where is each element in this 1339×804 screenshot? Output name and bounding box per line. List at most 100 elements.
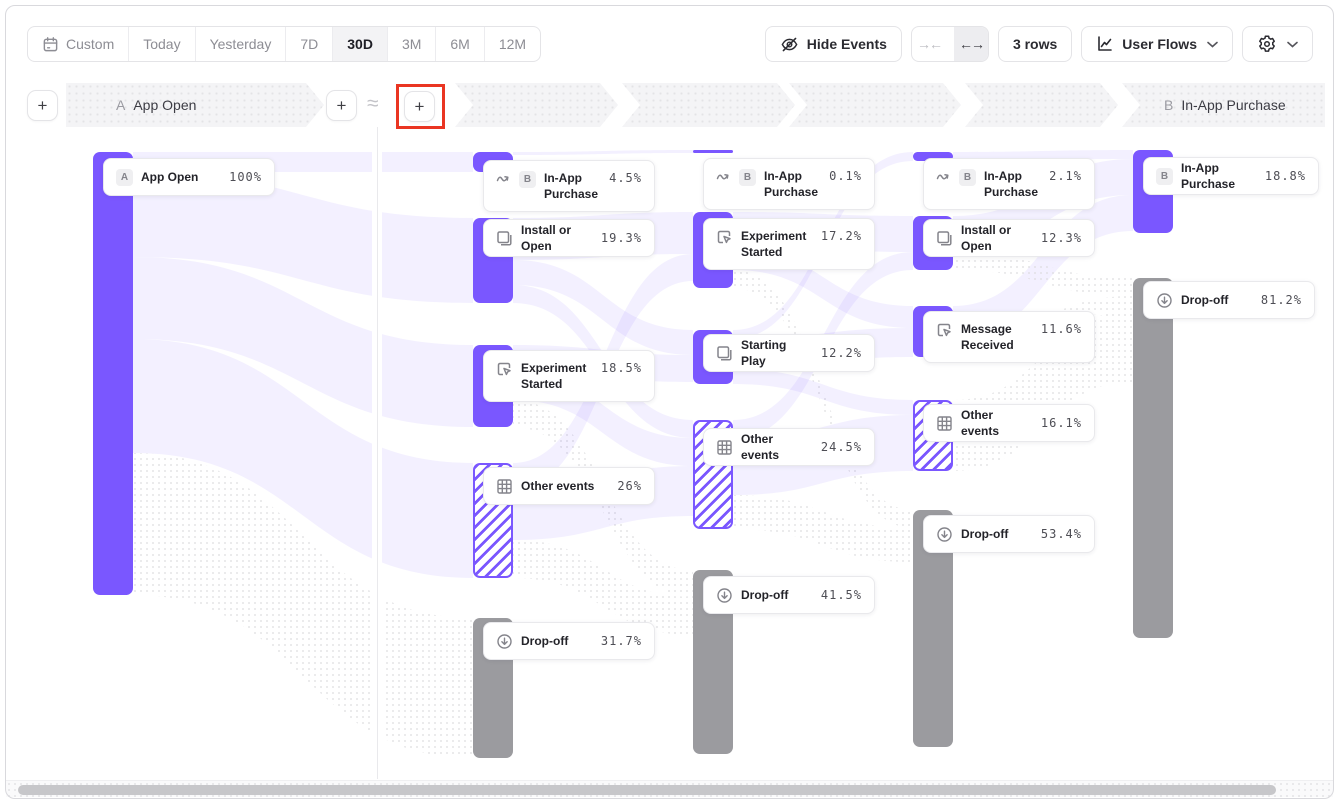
event-percent: 0.1% xyxy=(829,169,862,183)
add-step-before-button[interactable]: + xyxy=(27,90,58,121)
column-divider xyxy=(377,127,378,779)
rows-label: 3 rows xyxy=(1013,36,1057,52)
copy-icon xyxy=(716,345,733,362)
flow-card-between-1-drop[interactable]: Drop-off31.7% xyxy=(483,622,655,660)
flow-bar-step-a-appopen[interactable] xyxy=(93,152,133,595)
flow-card-between-2-drop[interactable]: Drop-off 41.5% xyxy=(703,576,875,614)
date-range-label: Today xyxy=(143,36,180,52)
flow-bar-between-2-iap[interactable] xyxy=(693,150,733,153)
header-segment-3[interactable] xyxy=(789,83,961,127)
calendar-icon xyxy=(42,36,59,53)
date-range-label: Custom xyxy=(66,36,114,52)
date-range-30d[interactable]: 30D xyxy=(333,27,388,61)
event-letter-badge: B xyxy=(959,169,976,186)
event-label: Other events xyxy=(741,431,813,463)
event-label: Drop-off xyxy=(1181,292,1253,308)
view-selector-button[interactable]: User Flows xyxy=(1081,26,1233,62)
date-range-label: Yesterday xyxy=(210,36,272,52)
event-label: Experiment Started xyxy=(521,360,593,392)
date-range-selector: Custom Today Yesterday 7D30D 3M 6M 12M xyxy=(27,26,541,62)
flow-card-between-2-other[interactable]: Other events24.5% xyxy=(703,428,875,466)
flow-card-between-3-other[interactable]: Other events16.1% xyxy=(923,404,1095,442)
flow-bar-step-b-drop[interactable] xyxy=(1133,278,1173,638)
event-label: Message Received xyxy=(961,321,1033,353)
trend-icon xyxy=(496,171,511,186)
copy-icon xyxy=(496,230,513,247)
toolbar-right-group: Hide Events →← ←→ 3 rows User Flows xyxy=(765,26,1313,62)
flow-card-between-3-install[interactable]: Install or Open12.3% xyxy=(923,219,1095,257)
date-range-3m[interactable]: 3M xyxy=(388,27,436,61)
event-label: Other events xyxy=(961,407,1033,439)
date-range-label: 12M xyxy=(499,36,526,52)
step-a-badge: A xyxy=(116,97,125,113)
event-percent: 100% xyxy=(229,170,262,184)
event-label: In-App Purchase xyxy=(764,168,821,200)
date-range-yesterday[interactable]: Yesterday xyxy=(196,27,287,61)
view-selector-label: User Flows xyxy=(1122,36,1197,52)
trend-icon xyxy=(936,169,951,184)
add-step-after-a-button[interactable]: + xyxy=(326,90,357,121)
date-range-6m[interactable]: 6M xyxy=(436,27,484,61)
horizontal-scrollbar-track[interactable] xyxy=(6,780,1333,797)
flow-card-between-1-install[interactable]: Install or Open19.3% xyxy=(483,219,655,257)
flow-card-step-a-appopen[interactable]: A App Open 100% xyxy=(103,158,275,196)
date-range-label: 6M xyxy=(450,36,469,52)
flow-card-between-2-sp[interactable]: Starting Play 12.2% xyxy=(703,334,875,372)
header-step-b[interactable]: B In-App Purchase xyxy=(1122,83,1325,127)
step-a-label: App Open xyxy=(133,97,196,113)
header-segment-4[interactable] xyxy=(965,83,1118,127)
event-percent: 4.5% xyxy=(609,171,642,185)
event-label: Other events xyxy=(521,478,609,494)
header-step-a[interactable]: A App Open xyxy=(66,83,324,127)
event-label: App Open xyxy=(141,169,221,185)
event-percent: 19.3% xyxy=(601,231,642,245)
grid-icon xyxy=(936,415,953,432)
flow-card-step-b-iap[interactable]: BIn-App Purchase18.8% xyxy=(1143,157,1319,195)
date-range-12m[interactable]: 12M xyxy=(485,27,540,61)
line-chart-icon xyxy=(1096,35,1114,53)
event-percent: 53.4% xyxy=(1041,527,1082,541)
flow-card-between-2-iap[interactable]: BIn-App Purchase0.1% xyxy=(703,158,875,210)
flow-card-between-3-msg[interactable]: Message Received11.6% xyxy=(923,311,1095,363)
event-label: Install or Open xyxy=(961,222,1033,254)
expand-columns-button[interactable]: ←→ xyxy=(954,27,988,61)
event-percent: 12.2% xyxy=(821,346,862,360)
event-label: Starting Play xyxy=(741,337,813,369)
event-label: In-App Purchase xyxy=(544,170,601,202)
event-percent: 18.5% xyxy=(601,361,642,375)
flow-ribbon xyxy=(513,150,693,155)
date-range-custom[interactable]: Custom xyxy=(28,27,129,61)
chevron-down-icon xyxy=(1287,41,1298,48)
flow-card-between-1-exp[interactable]: Experiment Started 18.5% xyxy=(483,350,655,402)
click-icon xyxy=(936,322,953,339)
flow-card-between-3-drop[interactable]: Drop-off 53.4% xyxy=(923,515,1095,553)
header-segment-2[interactable] xyxy=(622,83,795,127)
flow-card-between-2-exp[interactable]: Experiment Started17.2% xyxy=(703,218,875,270)
horizontal-scrollbar-thumb[interactable] xyxy=(18,785,1276,795)
event-letter-badge: A xyxy=(116,169,133,186)
flow-card-between-3-iap[interactable]: BIn-App Purchase2.1% xyxy=(923,158,1095,210)
event-percent: 41.5% xyxy=(821,588,862,602)
event-percent: 26% xyxy=(617,479,642,493)
grid-icon xyxy=(496,478,513,495)
collapse-columns-button[interactable]: →← xyxy=(912,27,946,61)
flow-card-between-1-iap[interactable]: B In-App Purchase 4.5% xyxy=(483,160,655,212)
trend-icon xyxy=(716,169,731,184)
dropoff-icon xyxy=(936,526,953,543)
event-label: Drop-off xyxy=(741,587,813,603)
rows-button[interactable]: 3 rows xyxy=(998,26,1072,62)
header-segment-1[interactable] xyxy=(455,83,618,127)
event-letter-badge: B xyxy=(519,171,536,188)
flow-card-step-b-drop[interactable]: Drop-off81.2% xyxy=(1143,281,1315,319)
event-label: Drop-off xyxy=(521,633,593,649)
event-label: Drop-off xyxy=(961,526,1033,542)
approx-symbol: ≈ xyxy=(367,92,379,116)
date-range-label: 3M xyxy=(402,36,421,52)
click-icon xyxy=(716,229,733,246)
date-range-today[interactable]: Today xyxy=(129,27,195,61)
settings-button[interactable] xyxy=(1242,26,1313,62)
date-range-7d[interactable]: 7D xyxy=(286,27,333,61)
hide-events-button[interactable]: Hide Events xyxy=(765,26,902,62)
flow-card-between-1-other[interactable]: Other events 26% xyxy=(483,467,655,505)
eye-slash-icon xyxy=(780,35,799,54)
